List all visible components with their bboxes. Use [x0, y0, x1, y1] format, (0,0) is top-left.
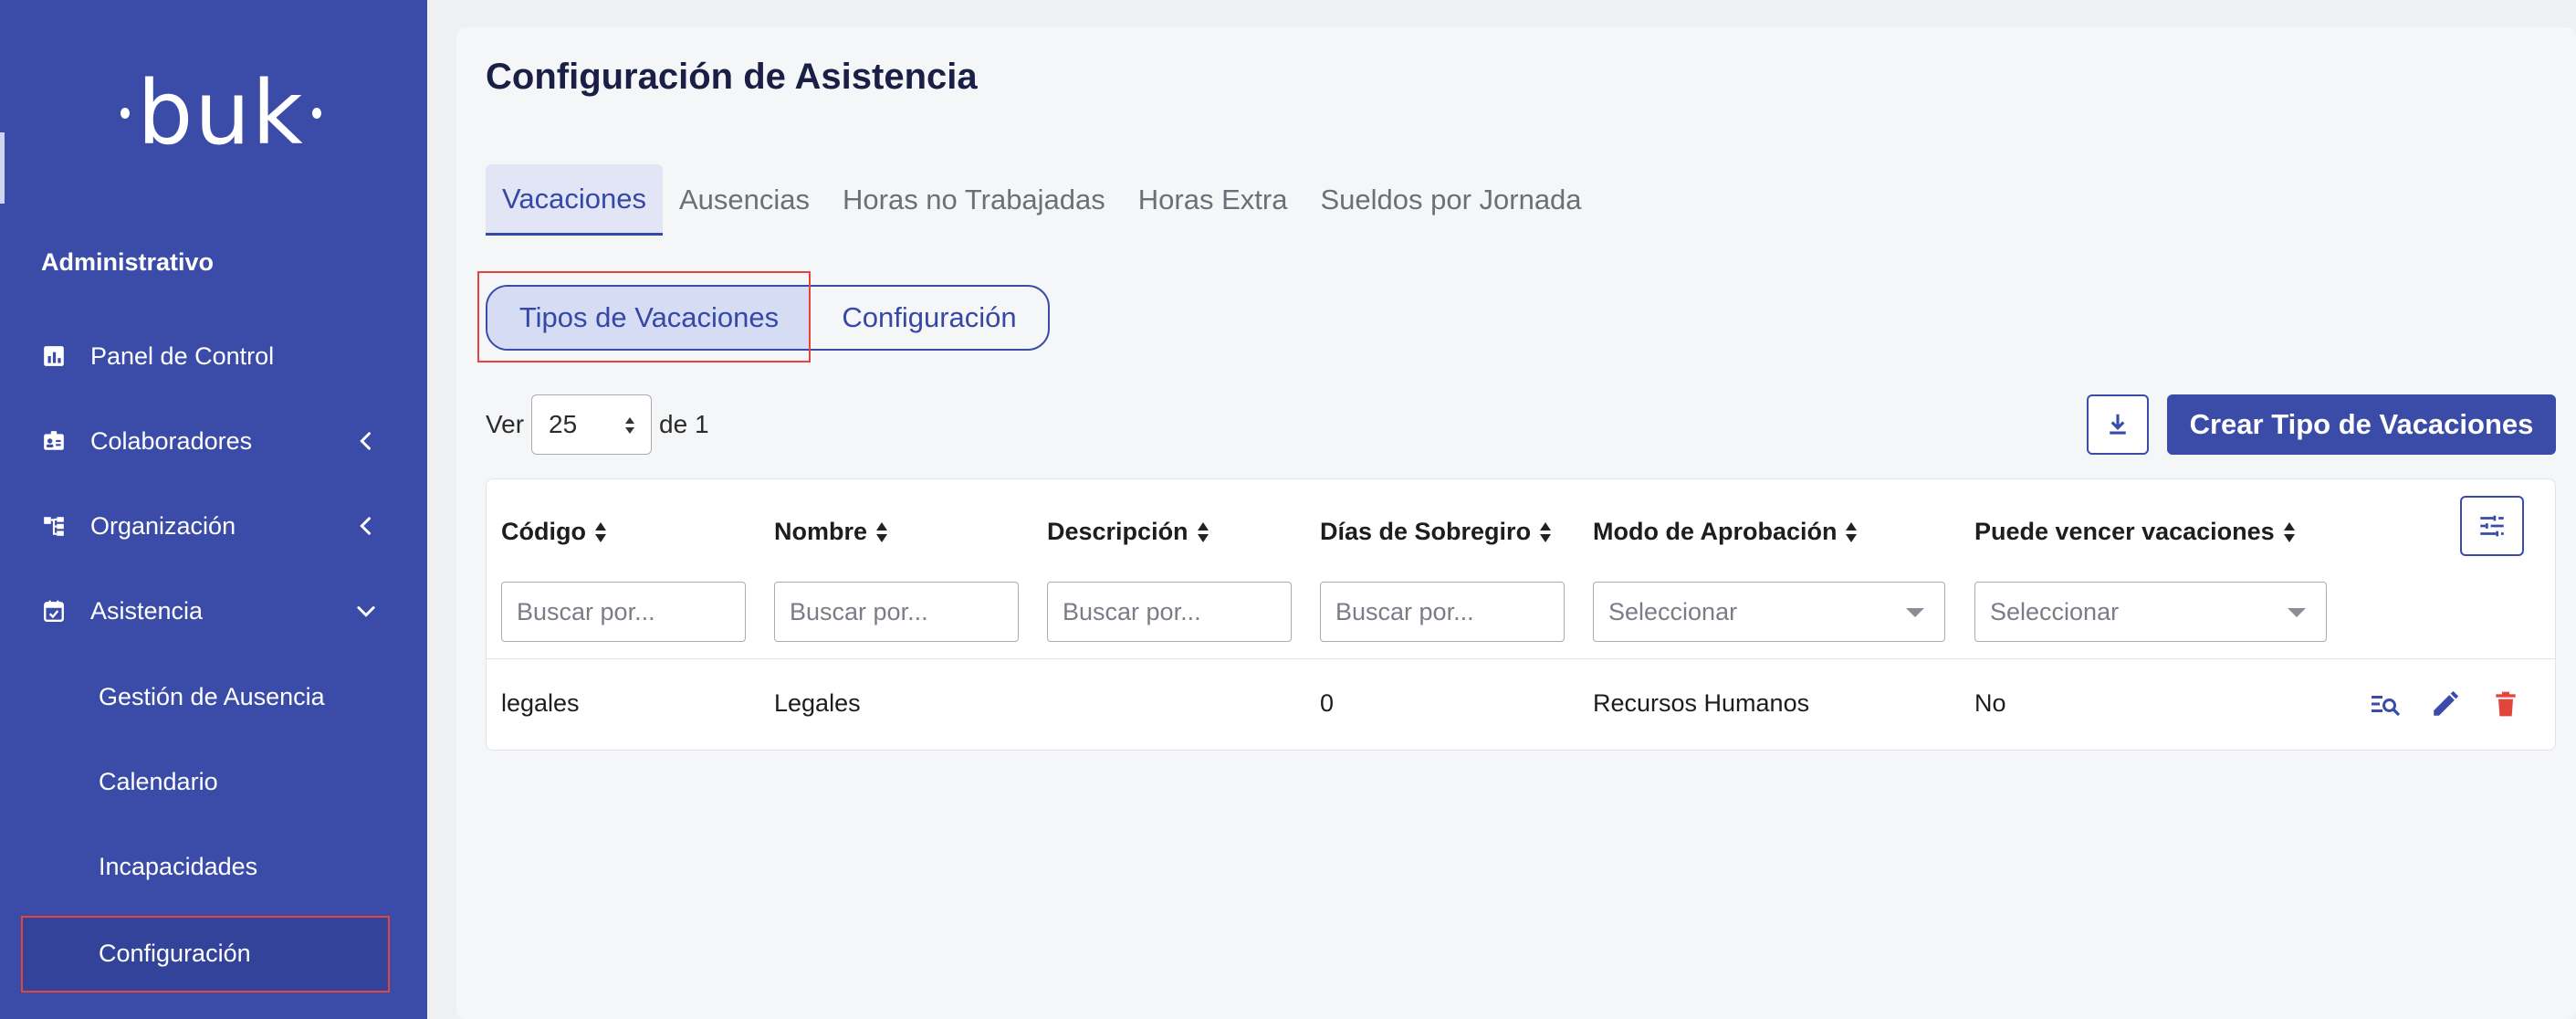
per-page-value: 25: [549, 410, 578, 438]
sidebar-item-colaboradores[interactable]: Colaboradores: [41, 414, 379, 468]
tab-horas-extra[interactable]: Horas Extra: [1122, 164, 1304, 236]
filter-descripcion-input[interactable]: Buscar por...: [1047, 582, 1292, 642]
sidebar-item-panel-de-control[interactable]: Panel de Control: [41, 329, 379, 383]
view-details-button[interactable]: [2367, 686, 2403, 722]
chart-icon: [41, 343, 67, 369]
calendar-check-icon: [41, 598, 67, 624]
download-icon: [2110, 414, 2126, 435]
tab-bar: Vacaciones Ausencias Horas no Trabajadas…: [486, 164, 1598, 236]
column-header-label: Nombre: [774, 518, 868, 545]
pagination-control: Ver 25 de 1: [486, 394, 709, 455]
org-chart-icon: [41, 513, 67, 539]
cell-codigo: legales: [501, 689, 580, 717]
filter-placeholder: Buscar por...: [1335, 597, 1474, 625]
tab-ausencias[interactable]: Ausencias: [663, 164, 826, 236]
filter-placeholder: Buscar por...: [1063, 597, 1201, 625]
filter-codigo-input[interactable]: Buscar por...: [501, 582, 746, 642]
ver-label: Ver: [486, 410, 525, 438]
filter-placeholder: Buscar por...: [790, 597, 928, 625]
tab-sueldos-por-jornada[interactable]: Sueldos por Jornada: [1304, 164, 1597, 236]
buk-logo[interactable]: buk: [120, 68, 321, 159]
caret-down-icon: [1906, 608, 1924, 617]
sort-arrows-icon: [625, 417, 635, 434]
sidebar-item-organizacion[interactable]: Organización: [41, 499, 379, 553]
sidebar-subitem-calendario[interactable]: Calendario: [99, 759, 218, 804]
logo-dot-right: [311, 108, 321, 119]
sidebar-item-label: Asistencia: [90, 596, 204, 625]
column-header-label: Modo de Aprobación: [1593, 518, 1838, 545]
edit-button[interactable]: [2427, 686, 2464, 722]
row-divider: [487, 658, 2555, 659]
create-vacation-type-button[interactable]: Crear Tipo de Vacaciones: [2167, 394, 2556, 455]
tab-vacaciones[interactable]: Vacaciones: [486, 164, 663, 236]
sort-icon: [594, 521, 606, 542]
column-header-modo-de-aprobacion[interactable]: Modo de Aprobación: [1593, 518, 1859, 546]
sort-icon: [1197, 521, 1209, 542]
column-header-label: Código: [501, 518, 586, 545]
per-page-select[interactable]: 25: [531, 394, 653, 455]
sidebar: buk Administrativo Panel de Control Cola…: [0, 0, 427, 1019]
column-header-nombre[interactable]: Nombre: [774, 518, 889, 546]
sidebar-item-asistencia[interactable]: Asistencia: [41, 583, 379, 638]
column-header-puede-vencer-vacaciones[interactable]: Puede vencer vacaciones: [1974, 518, 2297, 546]
sidebar-subitem-configuracion[interactable]: Configuración: [99, 930, 251, 976]
filter-dias-de-sobregiro-input[interactable]: Buscar por...: [1320, 582, 1565, 642]
filter-puede-vencer-select[interactable]: Seleccionar: [1974, 582, 2327, 642]
caret-down-icon: [2288, 608, 2306, 617]
column-header-label: Días de Sobregiro: [1320, 518, 1532, 545]
segment-configuracion[interactable]: Configuración: [811, 287, 1048, 349]
sort-icon: [876, 521, 888, 542]
sidebar-section-title: Administrativo: [41, 248, 215, 276]
segment-highlight-box: [477, 271, 811, 362]
logo-wordmark: buk: [137, 62, 305, 164]
sidebar-subitem-incapacidades[interactable]: Incapacidades: [99, 844, 257, 889]
filter-placeholder: Seleccionar: [1608, 597, 1738, 625]
column-settings-button[interactable]: [2460, 496, 2524, 556]
chevron-left-icon: [360, 517, 371, 535]
pencil-icon: [2434, 690, 2459, 716]
trash-icon: [2496, 691, 2516, 717]
list-search-icon: [2372, 696, 2401, 717]
sort-icon: [2283, 521, 2295, 542]
chevron-down-icon: [357, 606, 375, 617]
cell-modo-de-aprobacion: Recursos Humanos: [1593, 689, 1810, 717]
delete-button[interactable]: [2487, 686, 2524, 722]
sort-icon: [1846, 521, 1858, 542]
filter-modo-de-aprobacion-select[interactable]: Seleccionar: [1593, 582, 1945, 642]
column-header-codigo[interactable]: Código: [501, 518, 608, 546]
column-header-label: Puede vencer vacaciones: [1974, 518, 2275, 545]
cell-dias-de-sobregiro: 0: [1320, 689, 1335, 717]
sidebar-item-label: Organización: [90, 511, 236, 540]
page-title: Configuración de Asistencia: [486, 57, 978, 97]
sidebar-item-label: Colaboradores: [90, 426, 253, 455]
sidebar-subitem-gestion-de-ausencia[interactable]: Gestión de Ausencia: [99, 674, 325, 720]
chevron-left-icon: [360, 432, 371, 450]
download-button[interactable]: [2087, 394, 2149, 455]
cell-puede-vencer: No: [1974, 689, 2006, 717]
filter-placeholder: Seleccionar: [1990, 597, 2120, 625]
column-header-descripcion[interactable]: Descripción: [1047, 518, 1210, 546]
filter-nombre-input[interactable]: Buscar por...: [774, 582, 1019, 642]
sort-icon: [1540, 521, 1552, 542]
column-header-dias-de-sobregiro[interactable]: Días de Sobregiro: [1320, 518, 1553, 546]
column-header-label: Descripción: [1047, 518, 1189, 545]
sidebar-scroll-indicator: [0, 132, 5, 204]
page-total-label: de 1: [659, 410, 709, 438]
logo-dot-left: [120, 108, 131, 119]
vacation-types-table: Código Nombre Descripción Días de Sobreg…: [486, 478, 2556, 751]
filter-placeholder: Buscar por...: [517, 597, 655, 625]
id-card-icon: [41, 428, 67, 454]
tab-horas-no-trabajadas[interactable]: Horas no Trabajadas: [826, 164, 1122, 236]
sidebar-item-label: Panel de Control: [90, 341, 275, 370]
sliders-icon: [2480, 515, 2504, 537]
cell-nombre: Legales: [774, 689, 861, 717]
